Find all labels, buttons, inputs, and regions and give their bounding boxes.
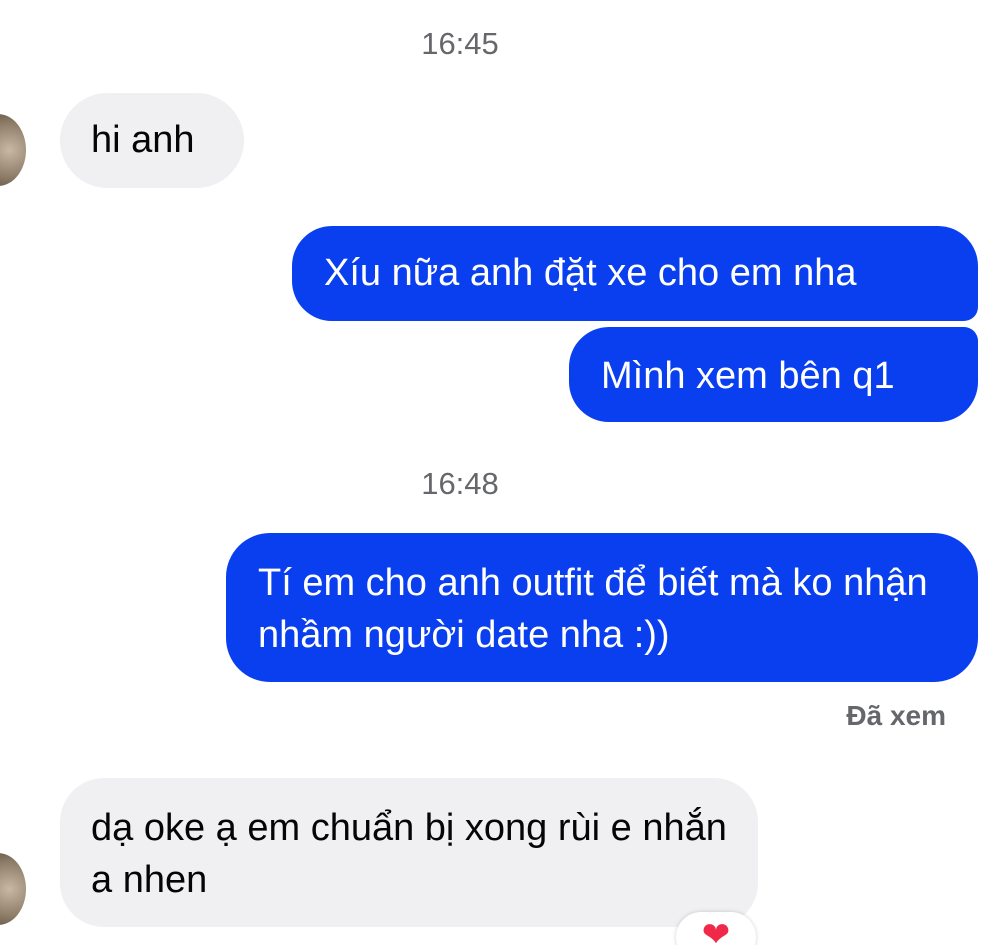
outgoing-message-bubble[interactable]: Xíu nữa anh đặt xe cho em nha	[292, 226, 978, 321]
incoming-message-bubble[interactable]: hi anh	[60, 93, 244, 188]
contact-avatar[interactable]	[0, 114, 26, 186]
message-timestamp: 16:48	[421, 466, 499, 501]
outgoing-message-bubble[interactable]: Tí em cho anh outfit để biết mà ko nhận …	[226, 533, 978, 682]
contact-avatar[interactable]	[0, 853, 26, 925]
heart-icon: ❤	[701, 916, 731, 945]
message-timestamp: 16:45	[421, 26, 499, 61]
outgoing-message-bubble[interactable]: Mình xem bên q1	[569, 327, 978, 422]
message-reaction[interactable]: ❤	[676, 912, 756, 945]
seen-status: Đã xem	[846, 700, 946, 731]
incoming-message-bubble[interactable]: dạ oke ạ em chuẩn bị xong rùi e nhắn a n…	[60, 778, 758, 927]
chat-thread: 16:45 hi anh Xíu nữa anh đặt xe cho em n…	[0, 0, 1000, 945]
